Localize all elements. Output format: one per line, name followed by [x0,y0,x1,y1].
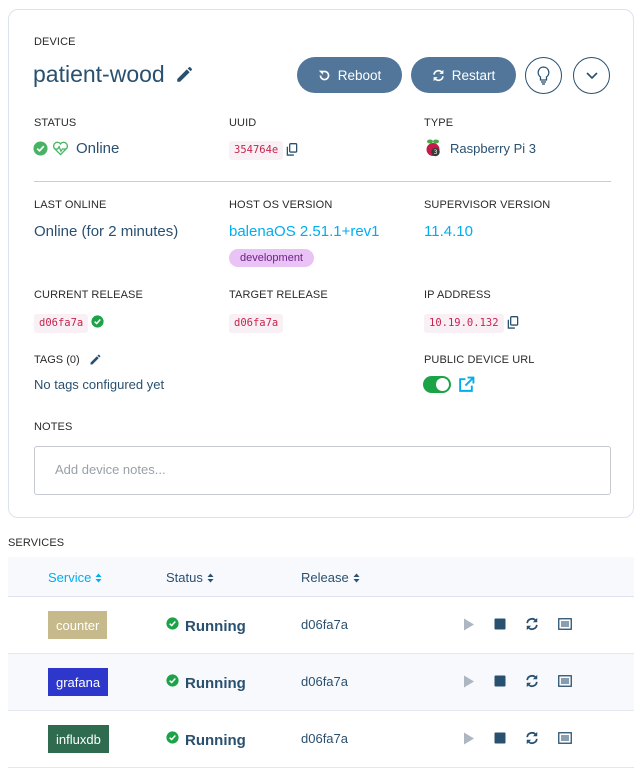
service-release: d06fa7a [301,674,348,689]
target-release-value[interactable]: d06fa7a [229,314,284,333]
service-name-badge[interactable]: grafana [48,668,109,696]
play-icon[interactable] [463,618,475,631]
device-card: DEVICE patient-wood Reboot Restart STATU… [8,9,634,518]
supervisor-link[interactable]: 11.4.10 [424,223,473,240]
play-icon[interactable] [463,732,475,745]
raspberry-pi-icon: 3 [423,138,443,158]
heartbeat-icon [52,141,69,156]
host-os-link[interactable]: balenaOS 2.51.1+rev1 [229,223,380,240]
service-row-grafana: grafana Running d06fa7a [8,654,634,711]
service-release: d06fa7a [301,731,348,746]
sort-icon [95,573,102,583]
column-status[interactable]: Status [166,570,214,585]
restart-label: Restart [451,67,496,83]
ip-address-value: 10.19.0.132 [424,314,504,333]
service-row-influxdb: influxdb Running d06fa7a [8,711,634,768]
last-online-label: LAST ONLINE [34,199,107,211]
current-release-label: CURRENT RELEASE [34,289,143,301]
public-url-label: PUBLIC DEVICE URL [424,354,535,366]
check-circle-icon [166,616,179,630]
stop-icon[interactable] [494,675,506,687]
status-label: STATUS [34,117,77,129]
column-service[interactable]: Service [48,570,102,585]
column-release[interactable]: Release [301,570,360,585]
services-table-header: Service Status Release [8,557,634,597]
copy-uuid-icon[interactable] [286,143,298,156]
service-actions [463,617,572,631]
service-name-badge[interactable]: influxdb [48,725,109,753]
column-status-label: Status [166,570,203,585]
copy-ip-icon[interactable] [507,316,519,329]
service-actions [463,731,572,745]
external-link-icon[interactable] [458,376,475,393]
logs-icon[interactable] [558,732,572,744]
check-circle-icon [166,730,179,744]
edit-tags-icon[interactable] [89,354,101,366]
device-title-wrap: patient-wood [33,61,193,88]
uuid-value: 354764e [229,141,284,160]
edit-name-icon[interactable] [175,66,193,84]
divider [34,181,611,182]
target-release-label: TARGET RELEASE [229,289,328,301]
restart-button[interactable]: Restart [411,57,516,93]
status-value: Online [76,140,120,157]
service-status: Running [166,725,246,749]
lightbulb-icon [537,66,550,85]
development-badge: development [229,249,314,267]
service-status-text: Running [185,732,246,749]
logs-icon[interactable] [558,675,572,687]
notes-textarea[interactable]: Add device notes... [34,446,611,495]
sort-icon [207,573,214,583]
play-icon[interactable] [463,675,475,688]
undo-icon [318,69,331,82]
device-name: patient-wood [33,61,165,87]
status-value-wrap: Online [33,140,119,157]
refresh-icon [432,69,445,82]
logs-icon[interactable] [558,618,572,630]
services-section-label: SERVICES [8,537,65,549]
check-circle-icon [166,673,179,687]
uuid-label: UUID [229,117,257,129]
stop-icon[interactable] [494,732,506,744]
identify-button[interactable] [525,57,562,94]
stop-icon[interactable] [494,618,506,630]
ip-address-label: IP ADDRESS [424,289,491,301]
svg-text:3: 3 [434,149,438,156]
restart-icon[interactable] [525,731,539,745]
current-release-value[interactable]: d06fa7a [34,314,89,333]
service-actions [463,674,572,688]
toggle-knob [436,378,449,391]
reboot-button[interactable]: Reboot [297,57,402,93]
public-url-toggle[interactable] [423,376,451,393]
type-value: Raspberry Pi 3 [450,140,536,156]
type-value-wrap: 3 Raspberry Pi 3 [423,138,536,158]
service-release: d06fa7a [301,617,348,632]
tags-empty-text: No tags configured yet [34,377,165,392]
notes-label: NOTES [34,421,73,433]
column-service-label: Service [48,570,92,585]
chevron-down-icon [585,71,598,80]
device-section-label: DEVICE [34,36,76,48]
check-circle-icon [33,141,48,156]
restart-icon[interactable] [525,674,539,688]
tags-header: TAGS (0) [34,354,101,366]
sort-icon [353,573,360,583]
restart-icon[interactable] [525,617,539,631]
supervisor-label: SUPERVISOR VERSION [424,199,551,211]
column-release-label: Release [301,570,349,585]
service-status-text: Running [185,675,246,692]
service-name-badge[interactable]: counter [48,611,108,639]
service-row-counter: counter Running d06fa7a [8,597,634,654]
release-check-icon [91,315,104,328]
reboot-label: Reboot [337,67,382,83]
last-online-value: Online (for 2 minutes) [34,223,179,240]
tags-label: TAGS (0) [34,354,80,366]
host-os-label: HOST OS VERSION [229,199,333,211]
type-label: TYPE [424,117,454,129]
service-status-text: Running [185,618,246,635]
more-actions-button[interactable] [573,57,610,94]
service-status: Running [166,668,246,692]
service-status: Running [166,611,246,635]
